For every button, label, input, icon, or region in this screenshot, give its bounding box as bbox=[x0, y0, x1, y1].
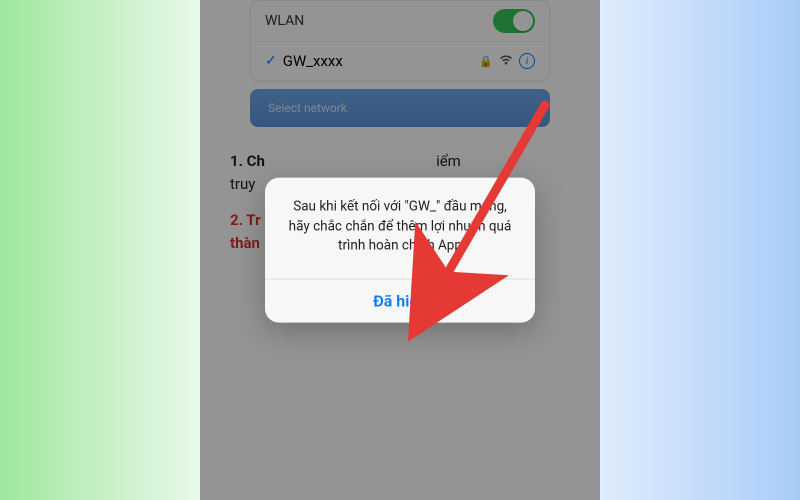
alert-message: Sau khi kết nối với "GW_" đầu mạng, hãy … bbox=[265, 178, 535, 279]
phone-screen-area: WLAN ✓ GW_xxxx 🔒 i Select network 1. Ch bbox=[200, 0, 600, 500]
alert-ok-button[interactable]: Đã hiểu bbox=[265, 279, 535, 322]
alert-dialog: Sau khi kết nối với "GW_" đầu mạng, hãy … bbox=[265, 178, 535, 323]
decorative-right-panel bbox=[600, 0, 800, 500]
decorative-left-panel bbox=[0, 0, 200, 500]
